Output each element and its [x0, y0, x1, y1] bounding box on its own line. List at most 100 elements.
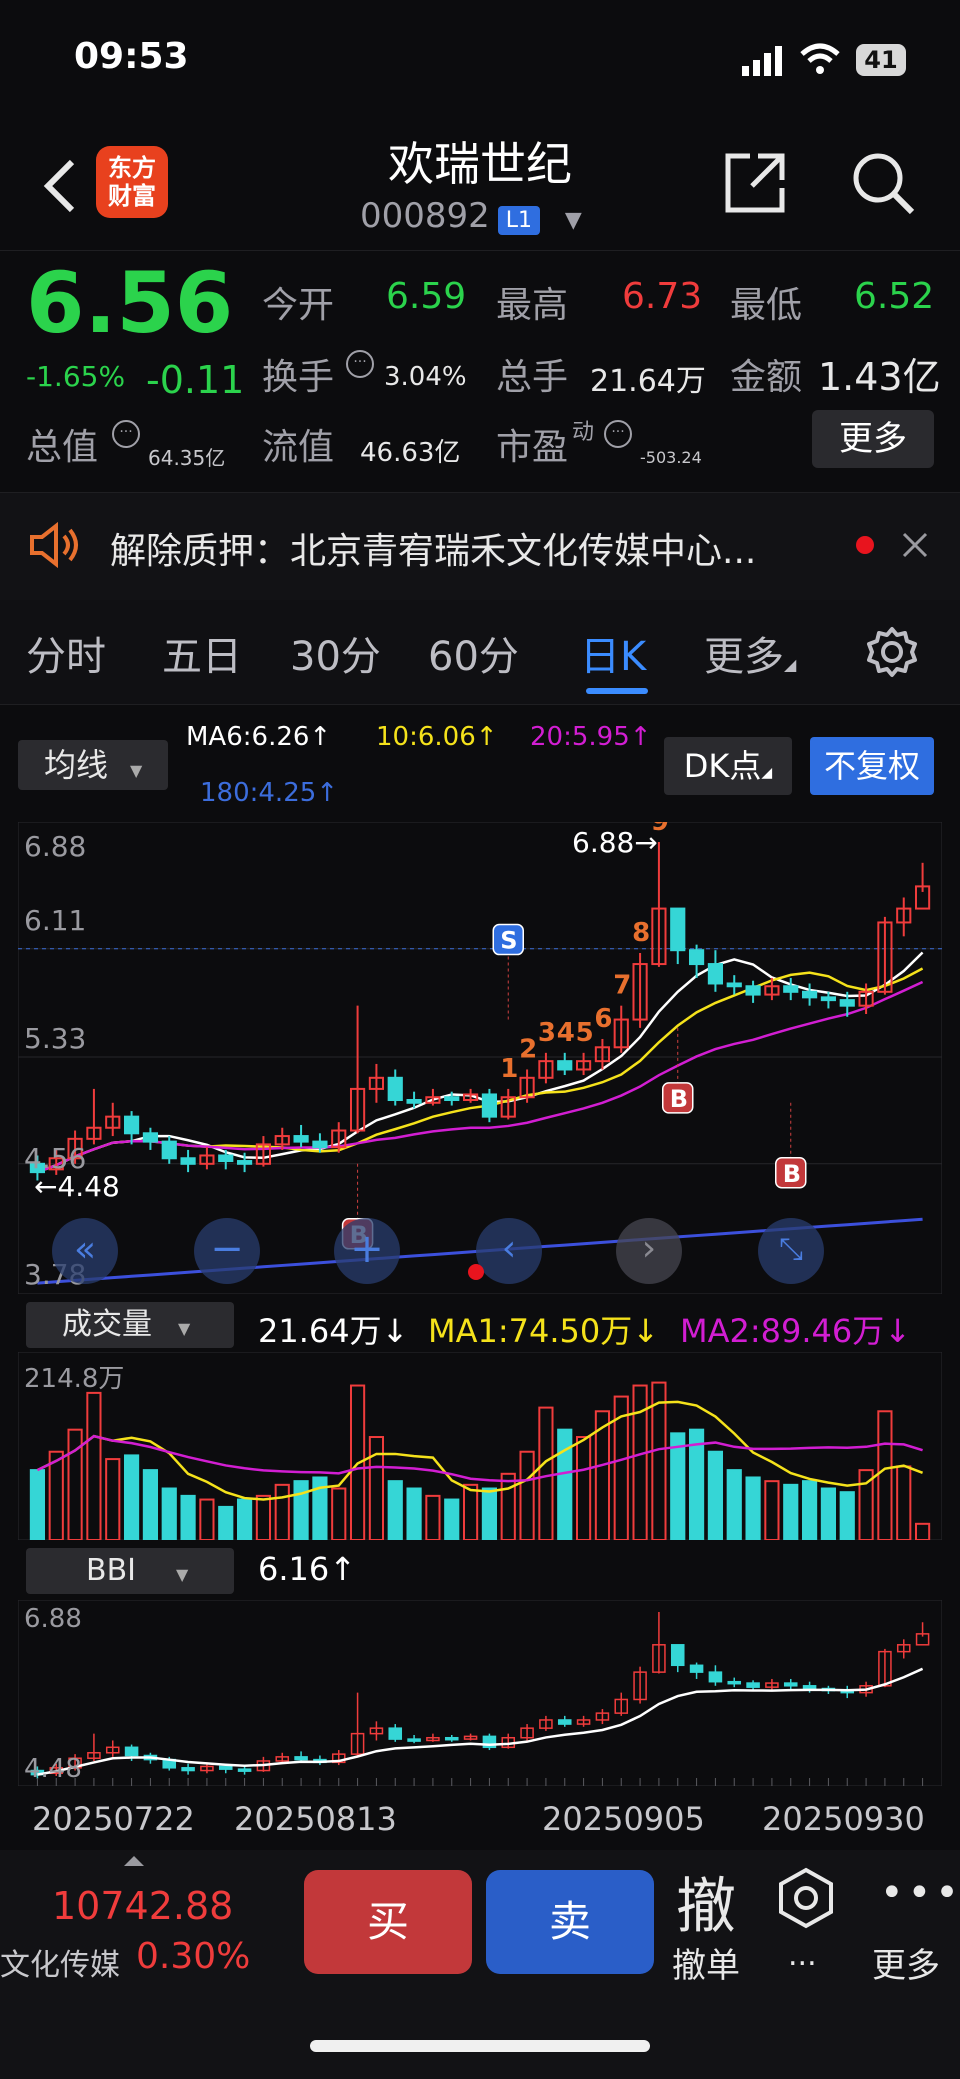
bbi-candle	[670, 1644, 685, 1667]
scroll-left-icon[interactable]: ‹	[476, 1218, 542, 1284]
bbi-indicator-selector[interactable]: BBI ▼	[26, 1548, 234, 1594]
stock-code: 000892	[360, 196, 490, 236]
cancel-order-icon[interactable]: 撤	[676, 1858, 736, 1945]
wifi-icon	[800, 43, 840, 74]
volume-indicator-selector[interactable]: 成交量 ▼	[26, 1302, 234, 1348]
sequence-counter: 4	[557, 1018, 575, 1048]
volume-bar	[519, 1450, 535, 1540]
fullscreen-icon[interactable]: ⤡	[758, 1218, 824, 1284]
event-dot[interactable]	[468, 1264, 484, 1280]
volume-bar	[896, 1465, 912, 1540]
adjust-toggle[interactable]: 不复权	[810, 737, 934, 795]
bbi-candle	[783, 1682, 798, 1687]
volume-bar	[406, 1487, 422, 1540]
zoom-in-icon[interactable]: +	[334, 1218, 400, 1284]
info-icon[interactable]: ···	[604, 420, 632, 448]
battery-icon: 41	[856, 44, 906, 76]
cancel-order-label[interactable]: 撤单	[672, 1938, 740, 1987]
volume-bar	[914, 1522, 931, 1540]
high-marker: 6.88→	[572, 826, 658, 859]
more-icon[interactable]: •••	[880, 1870, 960, 1916]
candle	[236, 1160, 253, 1165]
status-bar: 09:53 41	[0, 0, 960, 110]
level-badge: L1	[497, 206, 541, 235]
low-value: 6.52	[854, 276, 935, 317]
dk-point-button[interactable]: DK点◢	[664, 737, 792, 795]
high-value: 6.73	[622, 276, 703, 317]
volume-bar	[462, 1483, 479, 1540]
volume-bar	[368, 1436, 385, 1540]
sequence-counter: 8	[632, 918, 650, 948]
more-quote-button[interactable]: 更多	[812, 410, 934, 468]
tool-label[interactable]: ...	[788, 1938, 817, 1973]
volume-today: 21.64万↓	[258, 1312, 409, 1350]
bbi-candle	[727, 1680, 742, 1685]
zoom-out-icon[interactable]: −	[194, 1218, 260, 1284]
bbi-chart[interactable]	[18, 1600, 942, 1786]
sell-button[interactable]: 卖	[486, 1870, 654, 1974]
volume-bar	[538, 1406, 554, 1540]
bbi-candle	[218, 1765, 233, 1770]
stock-name: 欢瑞世纪	[388, 137, 572, 191]
date-label: 20250905	[542, 1800, 705, 1838]
sector-index-value[interactable]: 10742.88	[52, 1884, 233, 1928]
tab-60min[interactable]: 60分	[428, 624, 519, 682]
settings-gear-icon[interactable]	[866, 626, 918, 678]
home-indicator	[310, 2040, 650, 2052]
ma10-legend: 10:6.06↑	[376, 722, 498, 752]
tab-30min[interactable]: 30分	[290, 624, 381, 682]
indicator-selector[interactable]: 均线 ▼	[18, 740, 168, 790]
tab-daily-k[interactable]: 日K	[580, 624, 646, 682]
expand-arrow-icon[interactable]	[124, 1856, 144, 1866]
hexagon-tool-icon[interactable]	[774, 1866, 838, 1930]
volume-bar	[161, 1487, 177, 1540]
candle	[481, 1093, 498, 1118]
stock-code-row[interactable]: 000892 L1 ▼	[360, 196, 582, 236]
volume-bar	[557, 1428, 573, 1540]
bbi-candle	[124, 1746, 139, 1757]
sector-pct[interactable]: 0.30%	[136, 1936, 250, 1977]
scroll-fast-left-icon[interactable]: «	[52, 1218, 118, 1284]
candle	[839, 999, 855, 1007]
sequence-counter: 5	[576, 1018, 594, 1048]
bbi-candle	[388, 1727, 403, 1740]
volume-bar	[199, 1498, 215, 1540]
bbi-candle	[746, 1682, 760, 1688]
signal-label: B	[670, 1085, 688, 1113]
volume-bar	[745, 1476, 761, 1540]
candle	[745, 985, 761, 996]
volume-bar	[670, 1432, 686, 1540]
volume-label: 总手	[496, 357, 569, 398]
close-icon[interactable]	[900, 530, 930, 560]
notice-text[interactable]: 解除质押：北京青宥瑞禾文化传媒中心...	[110, 522, 756, 574]
bbi-candle	[237, 1768, 252, 1772]
axis-label-mid2: 5.33	[24, 1022, 87, 1055]
axis-label-top: 6.88	[24, 830, 87, 863]
ma20-legend: 20:5.95↑	[530, 722, 652, 752]
tab-more[interactable]: 更多◢	[704, 624, 796, 682]
volume-value: 21.64万	[590, 364, 706, 399]
chevron-down-icon: ▼	[564, 208, 582, 233]
last-price: 6.56	[26, 254, 234, 352]
tab-intraday[interactable]: 分时	[26, 624, 106, 682]
tab-five-day[interactable]: 五日	[162, 624, 242, 682]
volume-chart[interactable]	[18, 1352, 942, 1540]
info-icon[interactable]: ···	[112, 420, 140, 448]
candle	[688, 949, 705, 966]
bbi-candle	[407, 1738, 421, 1742]
more-label[interactable]: 更多	[872, 1938, 940, 1987]
info-icon[interactable]: ···	[346, 350, 374, 378]
share-icon[interactable]	[722, 150, 788, 216]
bbi-candle	[708, 1671, 723, 1683]
volume-bar	[839, 1491, 855, 1540]
speaker-icon	[30, 522, 78, 568]
date-label: 20250930	[762, 1800, 925, 1838]
candle	[820, 996, 837, 1002]
search-icon[interactable]	[850, 150, 916, 216]
sequence-counter: 3	[538, 1018, 556, 1048]
scroll-right-icon[interactable]: ›	[616, 1218, 682, 1284]
candle	[444, 1096, 460, 1101]
sector-name[interactable]: 文化传媒	[0, 1940, 120, 1984]
signal-icon	[742, 46, 782, 76]
buy-button[interactable]: 买	[304, 1870, 472, 1974]
